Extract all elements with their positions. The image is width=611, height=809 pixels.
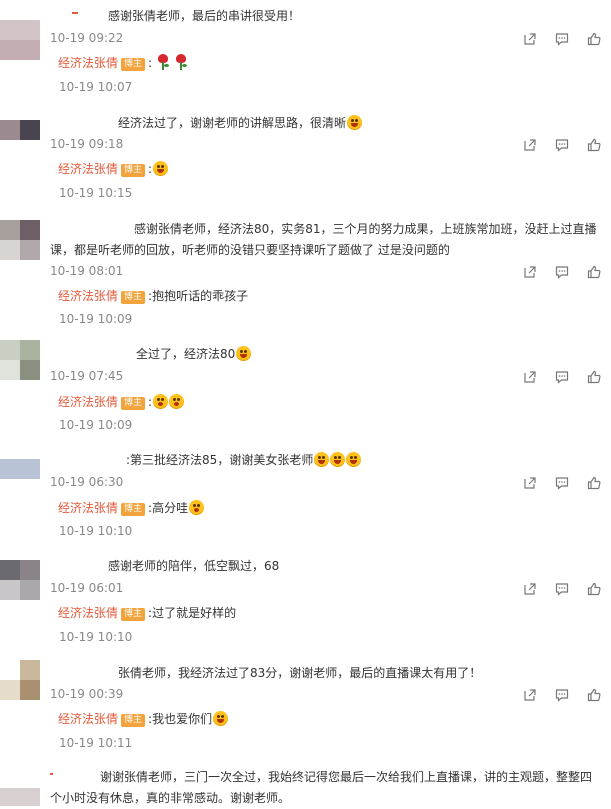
- cheer-icon: [236, 346, 252, 361]
- comment-time: 10-19 08:01: [50, 264, 124, 278]
- avatar[interactable]: [0, 770, 40, 806]
- comment-time: 10-19 06:30: [50, 475, 124, 489]
- like-icon[interactable]: [587, 138, 601, 152]
- reply: 经济法张倩 博主:高分哇: [58, 499, 603, 516]
- blogger-badge: 博主: [121, 608, 146, 621]
- comment-icon[interactable]: [555, 265, 569, 279]
- share-icon[interactable]: [523, 688, 537, 702]
- comment-icon[interactable]: [555, 138, 569, 152]
- reply-time: 10-19 10:09: [59, 312, 133, 326]
- reply: 经济法张倩 博主:: [58, 54, 603, 71]
- comment-icon[interactable]: [555, 688, 569, 702]
- reply: 经济法张倩 博主:抱抱听话的乖孩子: [58, 287, 603, 304]
- reply: 经济法张倩 博主:过了就是好样的: [58, 604, 603, 621]
- rose-icon: [174, 54, 188, 70]
- reply-time: 10-19 10:10: [59, 524, 133, 538]
- reply-author-link[interactable]: 经济法张倩: [58, 501, 118, 515]
- laugh-icon: [213, 711, 229, 726]
- reply-author-link[interactable]: 经济法张倩: [58, 289, 118, 303]
- comment-text: 感谢张倩老师，经济法80，实务81，三个月的努力成果，上班族常加班，没赶上过直播…: [50, 222, 597, 257]
- comment-text: 谢谢张倩老师，三门一次全过，我始终记得您最后一次给我们上直播课，讲的主观题，整整…: [50, 770, 593, 805]
- cheer-icon: [330, 452, 346, 467]
- share-icon[interactable]: [523, 370, 537, 384]
- comment-actions: [523, 368, 603, 386]
- reply-text: :: [148, 56, 153, 70]
- like-icon[interactable]: [587, 265, 601, 279]
- avatar[interactable]: [0, 560, 40, 600]
- avatar[interactable]: [0, 660, 40, 700]
- avatar[interactable]: [0, 459, 40, 479]
- reply: 经济法张倩 博主:我也爱你们: [58, 710, 603, 727]
- comment-actions: [523, 580, 603, 598]
- comment-icon[interactable]: [555, 476, 569, 490]
- comment-time: 10-19 00:39: [50, 687, 124, 701]
- reply-text: :: [148, 162, 153, 176]
- smile-tongue-icon: [347, 115, 363, 130]
- reply-time: 10-19 10:09: [59, 418, 133, 432]
- reply-text: :高分哇: [148, 501, 189, 515]
- reply-text: :我也爱你们: [148, 712, 213, 726]
- reply: 经济法张倩 博主:: [58, 160, 603, 177]
- wow-icon: [169, 394, 185, 409]
- wow-icon: [153, 394, 169, 409]
- avatar[interactable]: [0, 220, 40, 260]
- comment-text: 全过了，经济法80: [136, 347, 236, 361]
- reply-time: 10-19 10:10: [59, 630, 133, 644]
- reply: 经济法张倩 博主:: [58, 393, 603, 410]
- reply-time: 10-19 10:11: [59, 736, 133, 750]
- reply-time: 10-19 10:15: [59, 186, 133, 200]
- like-icon[interactable]: [587, 476, 601, 490]
- rose-icon: [156, 54, 170, 70]
- blogger-badge: 博主: [121, 503, 146, 516]
- comment-time: 10-19 07:45: [50, 369, 124, 383]
- like-icon[interactable]: [587, 32, 601, 46]
- comment-actions: [523, 474, 603, 492]
- reply-text: :: [148, 395, 153, 409]
- comment-text: 感谢老师的陪伴，低空飘过，68: [108, 559, 280, 573]
- comment-actions: [523, 136, 603, 154]
- like-icon[interactable]: [587, 688, 601, 702]
- cheer-icon: [346, 452, 362, 467]
- avatar[interactable]: [0, 340, 40, 380]
- share-icon[interactable]: [523, 138, 537, 152]
- comment-time: 10-19 09:22: [50, 31, 124, 45]
- reply-author-link[interactable]: 经济法张倩: [58, 162, 118, 176]
- share-icon[interactable]: [523, 476, 537, 490]
- blogger-badge: 博主: [121, 397, 146, 410]
- share-icon[interactable]: [523, 32, 537, 46]
- comment-icon[interactable]: [555, 582, 569, 596]
- blogger-badge: 博主: [121, 291, 146, 304]
- reply-text: :过了就是好样的: [148, 606, 237, 620]
- reply-author-link[interactable]: 经济法张倩: [58, 606, 118, 620]
- comment-actions: [523, 686, 603, 704]
- reply-time: 10-19 10:07: [59, 80, 133, 94]
- blogger-badge: 博主: [121, 58, 146, 71]
- share-icon[interactable]: [523, 265, 537, 279]
- comment-time: 10-19 06:01: [50, 581, 124, 595]
- comment-text: 感谢张倩老师，最后的串讲很受用！: [108, 9, 301, 23]
- wow-icon: [189, 500, 205, 515]
- cheer-icon: [314, 452, 330, 467]
- reply-author-link[interactable]: 经济法张倩: [58, 56, 118, 70]
- comment-text: 张倩老师，我经济法过了83分，谢谢老师，最后的直播课太有用了！: [118, 666, 482, 680]
- like-icon[interactable]: [587, 582, 601, 596]
- share-icon[interactable]: [523, 582, 537, 596]
- comment-actions: [523, 30, 603, 48]
- laugh-icon: [153, 161, 169, 176]
- like-icon[interactable]: [587, 370, 601, 384]
- comment-actions: [523, 263, 603, 281]
- comment-icon[interactable]: [555, 32, 569, 46]
- reply-author-link[interactable]: 经济法张倩: [58, 712, 118, 726]
- avatar[interactable]: [0, 20, 40, 60]
- reply-text: :抱抱听话的乖孩子: [148, 289, 249, 303]
- blogger-badge: 博主: [121, 164, 146, 177]
- blogger-badge: 博主: [121, 714, 146, 727]
- comment-icon[interactable]: [555, 370, 569, 384]
- comment-text: 经济法过了，谢谢老师的讲解思路，很清晰: [118, 116, 347, 130]
- reply-author-link[interactable]: 经济法张倩: [58, 395, 118, 409]
- avatar[interactable]: [0, 120, 40, 140]
- comment-text: :第三批经济法85，谢谢美女张老师: [126, 453, 314, 467]
- comment-time: 10-19 09:18: [50, 137, 124, 151]
